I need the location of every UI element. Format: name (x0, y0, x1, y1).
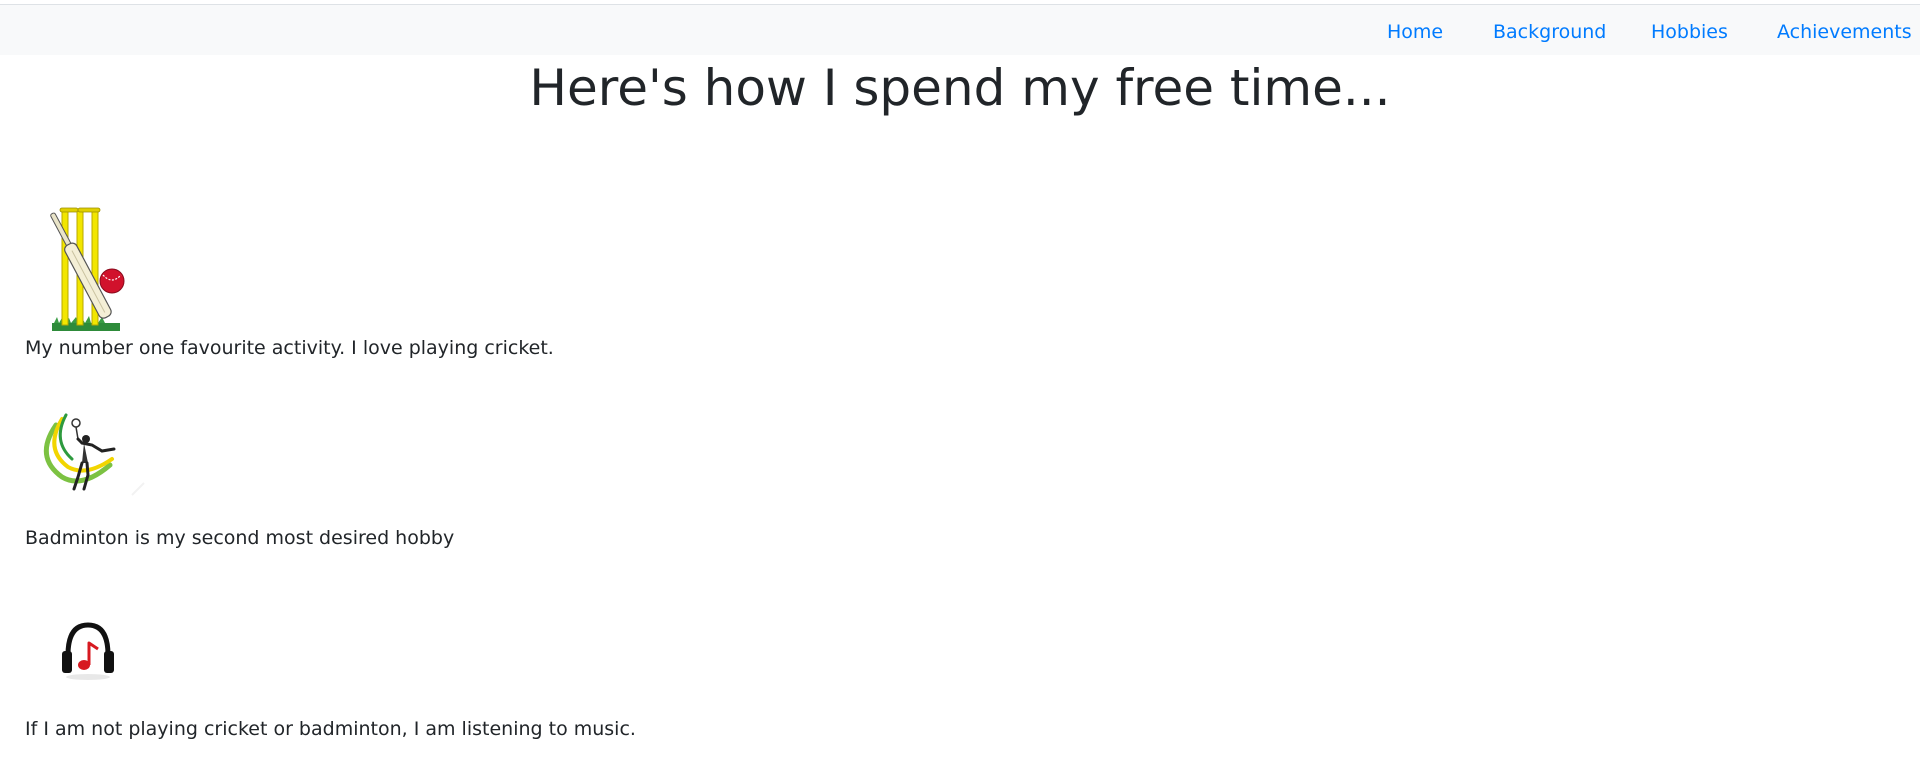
page-title: Here's how I spend my free time... (529, 59, 1391, 117)
nav-link-home[interactable]: Home (1387, 21, 1443, 43)
hobby-text-badminton: Badminton is my second most desired hobb… (25, 527, 455, 549)
hobby-text-cricket: My number one favourite activity. I love… (25, 337, 554, 359)
cricket-icon (50, 207, 125, 331)
nav-link-hobbies[interactable]: Hobbies (1651, 21, 1728, 43)
navbar: Home Background Hobbies Achievements (0, 4, 1920, 55)
nav-link-achievements[interactable]: Achievements (1777, 21, 1912, 43)
nav-link-background[interactable]: Background (1493, 21, 1606, 43)
headphones-music-icon (62, 622, 114, 680)
badminton-icon (43, 413, 145, 496)
hobby-text-music: If I am not playing cricket or badminton… (25, 718, 636, 740)
